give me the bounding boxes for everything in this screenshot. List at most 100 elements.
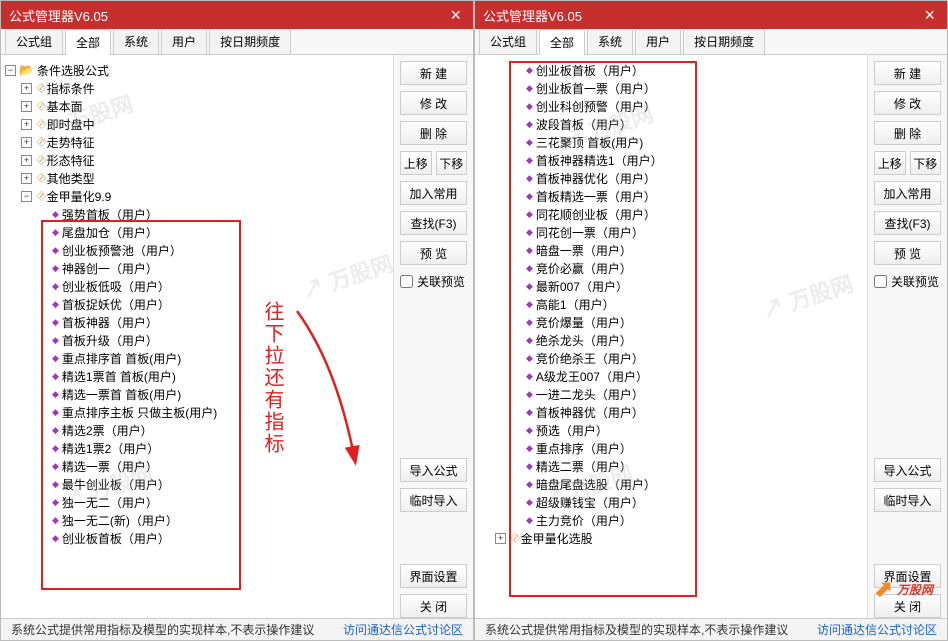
uisettings-button[interactable]: 界面设置: [400, 564, 467, 588]
collapse-icon[interactable]: −: [5, 65, 16, 76]
tree-leaf[interactable]: ◆创业板低吸（用户）: [3, 277, 389, 295]
tempimport-button[interactable]: 临时导入: [874, 488, 941, 512]
new-button[interactable]: 新 建: [400, 61, 467, 85]
tree-leaf[interactable]: ◆首板神器优化（用户）: [477, 169, 863, 187]
tab-bydate[interactable]: 按日期频度: [209, 28, 291, 54]
uisettings-button[interactable]: 界面设置: [874, 564, 941, 588]
delete-button[interactable]: 删 除: [874, 121, 941, 145]
tree-leaf[interactable]: ◆精选1票2（用户）: [3, 439, 389, 457]
tree-leaf[interactable]: ◆独一无二（用户）: [3, 493, 389, 511]
linkpreview-check[interactable]: 关联预览: [400, 271, 467, 292]
formula-tree[interactable]: ◆创业板首板（用户）◆创业板首一票（用户）◆创业科创预警（用户）◆波段首板（用户…: [475, 55, 867, 618]
tree-leaf[interactable]: ◆创业板预警池（用户）: [3, 241, 389, 259]
tab-user[interactable]: 用户: [635, 28, 681, 54]
tree-leaf[interactable]: ◆暗盘一票（用户）: [477, 241, 863, 259]
close-icon[interactable]: ×: [446, 6, 465, 24]
tree-leaf[interactable]: ◆首板神器（用户）: [3, 313, 389, 331]
tree-leaf[interactable]: ◆首板升级（用户）: [3, 331, 389, 349]
linkpreview-checkbox[interactable]: [400, 275, 413, 288]
tree-leaf[interactable]: ◆三花聚顶 首板(用户): [477, 133, 863, 151]
moveup-button[interactable]: 上移: [874, 151, 906, 175]
expand-icon[interactable]: +: [495, 533, 506, 544]
tree-leaf[interactable]: ◆重点排序首 首板(用户): [3, 349, 389, 367]
close-button[interactable]: 关 闭: [400, 594, 467, 618]
tree-leaf[interactable]: ◆A级龙王007（用户）: [477, 367, 863, 385]
import-button[interactable]: 导入公式: [874, 458, 941, 482]
tree-leaf[interactable]: ◆精选一票首 首板(用户): [3, 385, 389, 403]
expand-icon[interactable]: +: [21, 83, 32, 94]
tree-category[interactable]: +⚿基本面: [3, 97, 389, 115]
tree-leaf[interactable]: ◆首板神器优（用户）: [477, 403, 863, 421]
movedown-button[interactable]: 下移: [436, 151, 468, 175]
tree-leaf[interactable]: ◆创业板首板（用户）: [3, 529, 389, 547]
find-button[interactable]: 查找(F3): [400, 211, 467, 235]
preview-button[interactable]: 预 览: [400, 241, 467, 265]
linkpreview-check[interactable]: 关联预览: [874, 271, 941, 292]
delete-button[interactable]: 删 除: [400, 121, 467, 145]
tree-leaf[interactable]: ◆竞价绝杀王（用户）: [477, 349, 863, 367]
new-button[interactable]: 新 建: [874, 61, 941, 85]
tab-all[interactable]: 全部: [65, 29, 111, 55]
tree-leaf[interactable]: ◆精选1票首 首板(用户): [3, 367, 389, 385]
tree-leaf[interactable]: ◆创业板首板（用户）: [477, 61, 863, 79]
tree-leaf[interactable]: ◆一进二龙头（用户）: [477, 385, 863, 403]
tree-leaf[interactable]: ◆同花顺创业板（用户）: [477, 205, 863, 223]
addfav-button[interactable]: 加入常用: [874, 181, 941, 205]
expand-icon[interactable]: +: [21, 101, 32, 112]
tree-category[interactable]: +⚿形态特征: [3, 151, 389, 169]
tab-all[interactable]: 全部: [539, 29, 585, 55]
tree-leaf[interactable]: ◆绝杀龙头（用户）: [477, 331, 863, 349]
tab-group[interactable]: 公式组: [479, 28, 537, 54]
tree-leaf[interactable]: ◆重点排序（用户）: [477, 439, 863, 457]
edit-button[interactable]: 修 改: [874, 91, 941, 115]
tab-bydate[interactable]: 按日期频度: [683, 28, 765, 54]
find-button[interactable]: 查找(F3): [874, 211, 941, 235]
tree-leaf[interactable]: ◆独一无二(新)（用户）: [3, 511, 389, 529]
tree-category[interactable]: +⚿走势特征: [3, 133, 389, 151]
tree-leaf[interactable]: ◆主力竞价（用户）: [477, 511, 863, 529]
tab-system[interactable]: 系统: [113, 28, 159, 54]
tree-leaf[interactable]: ◆高能1（用户）: [477, 295, 863, 313]
tree-leaf[interactable]: ◆同花创一票（用户）: [477, 223, 863, 241]
tree-leaf[interactable]: ◆首板神器精选1（用户）: [477, 151, 863, 169]
tree-leaf[interactable]: ◆暗盘尾盘选股（用户）: [477, 475, 863, 493]
status-link[interactable]: 访问通达信公式讨论区: [343, 621, 463, 638]
moveup-button[interactable]: 上移: [400, 151, 432, 175]
tree-leaf[interactable]: ◆预选（用户）: [477, 421, 863, 439]
close-icon[interactable]: ×: [920, 6, 939, 24]
movedown-button[interactable]: 下移: [910, 151, 942, 175]
tree-leaf[interactable]: ◆竞价必赢（用户）: [477, 259, 863, 277]
edit-button[interactable]: 修 改: [400, 91, 467, 115]
tree-leaf[interactable]: ◆精选二票（用户）: [477, 457, 863, 475]
tree-leaf[interactable]: ◆最新007（用户）: [477, 277, 863, 295]
expand-icon[interactable]: +: [21, 137, 32, 148]
import-button[interactable]: 导入公式: [400, 458, 467, 482]
tree-category[interactable]: +⚿即时盘中: [3, 115, 389, 133]
tree-leaf[interactable]: ◆精选2票（用户）: [3, 421, 389, 439]
tree-category[interactable]: +⚿指标条件: [3, 79, 389, 97]
expand-icon[interactable]: +: [21, 119, 32, 130]
tree-leaf[interactable]: ◆神器创一（用户）: [3, 259, 389, 277]
tempimport-button[interactable]: 临时导入: [400, 488, 467, 512]
tab-group[interactable]: 公式组: [5, 28, 63, 54]
tree-leaf[interactable]: ◆重点排序主板 只做主板(用户): [3, 403, 389, 421]
tree-leaf[interactable]: ◆强势首板（用户）: [3, 205, 389, 223]
tree-leaf[interactable]: ◆尾盘加仓（用户）: [3, 223, 389, 241]
tree-leaf[interactable]: ◆首板精选一票（用户）: [477, 187, 863, 205]
tab-user[interactable]: 用户: [161, 28, 207, 54]
preview-button[interactable]: 预 览: [874, 241, 941, 265]
tree-leaf[interactable]: ◆精选一票（用户）: [3, 457, 389, 475]
tree-leaf[interactable]: ◆创业板首一票（用户）: [477, 79, 863, 97]
close-button[interactable]: 关 闭: [874, 594, 941, 618]
expand-icon[interactable]: +: [21, 173, 32, 184]
expand-icon[interactable]: +: [21, 155, 32, 166]
formula-tree[interactable]: −📂条件选股公式 +⚿指标条件+⚿基本面+⚿即时盘中+⚿走势特征+⚿形态特征+⚿…: [1, 55, 393, 618]
tree-leaf[interactable]: ◆竞价爆量（用户）: [477, 313, 863, 331]
status-link[interactable]: 访问通达信公式讨论区: [817, 621, 937, 638]
collapse-icon[interactable]: −: [21, 191, 32, 202]
tree-leaf[interactable]: ◆最牛创业板（用户）: [3, 475, 389, 493]
tree-category[interactable]: +⚿其他类型: [3, 169, 389, 187]
linkpreview-checkbox[interactable]: [874, 275, 887, 288]
tree-leaf[interactable]: ◆首板捉妖优（用户）: [3, 295, 389, 313]
tree-leaf[interactable]: ◆超级赚钱宝（用户）: [477, 493, 863, 511]
